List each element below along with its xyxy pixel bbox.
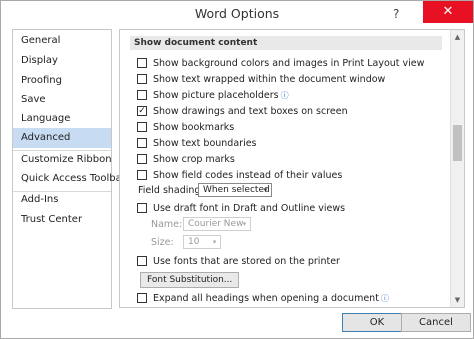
- option-label: Show text wrapped within the document wi…: [153, 73, 386, 85]
- checkbox[interactable]: [137, 90, 147, 100]
- close-button[interactable]: ✕: [423, 1, 473, 23]
- info-icon[interactable]: ⓘ: [281, 90, 289, 101]
- chevron-down-icon: ▾: [212, 238, 217, 246]
- checkmark-icon: ✓: [138, 106, 146, 116]
- sidebar-item-advanced[interactable]: Advanced: [13, 128, 111, 148]
- option-show-bookmarks[interactable]: Show bookmarks: [137, 120, 234, 134]
- checkbox[interactable]: [137, 170, 147, 180]
- option-use-printer-fonts[interactable]: Use fonts that are stored on the printer: [137, 254, 340, 268]
- sidebar-item-display[interactable]: Display: [13, 51, 111, 71]
- checkbox[interactable]: [137, 138, 147, 148]
- field-shading-dropdown[interactable]: When selected ▾: [198, 183, 272, 197]
- scroll-down-icon[interactable]: ▼: [451, 293, 464, 307]
- checkbox[interactable]: [137, 203, 147, 213]
- info-icon[interactable]: ⓘ: [381, 293, 389, 304]
- checkbox[interactable]: [137, 122, 147, 132]
- chevron-down-icon: ▾: [263, 186, 268, 194]
- dialog-title: Word Options: [194, 6, 280, 21]
- checkbox[interactable]: [137, 256, 147, 266]
- advanced-options-panel: Show document content Show background co…: [119, 29, 465, 308]
- option-label: Show background colors and images in Pri…: [153, 57, 425, 69]
- draft-font-size-dropdown[interactable]: 10 ▾: [183, 235, 221, 249]
- cancel-button[interactable]: Cancel: [401, 313, 471, 332]
- option-label: Expand all headings when opening a docum…: [153, 292, 379, 304]
- checkbox-checked[interactable]: ✓: [137, 106, 147, 116]
- font-substitution-button[interactable]: Font Substitution...: [140, 272, 240, 288]
- draft-font-size-value: 10: [188, 237, 200, 247]
- option-label: Show crop marks: [153, 153, 235, 165]
- option-label: Show bookmarks: [153, 121, 235, 133]
- section-header-show-document-content: Show document content: [130, 36, 442, 50]
- option-label: Show drawings and text boxes on screen: [153, 105, 348, 117]
- option-show-picture-placeholders[interactable]: Show picture placeholders ⓘ: [137, 88, 289, 102]
- word-options-dialog: Word Options ? ✕ General Display Proofin…: [0, 0, 474, 339]
- scrollbar-thumb[interactable]: [453, 125, 462, 161]
- option-show-field-codes[interactable]: Show field codes instead of their values: [137, 168, 342, 182]
- option-label: Show field codes instead of their values: [153, 169, 343, 181]
- sidebar-item-general[interactable]: General: [13, 31, 111, 51]
- help-button[interactable]: ?: [393, 7, 399, 21]
- sidebar-item-language[interactable]: Language: [13, 109, 111, 129]
- options-category-list: General Display Proofing Save Language A…: [12, 29, 126, 309]
- sidebar-item-save[interactable]: Save: [13, 90, 111, 110]
- close-icon: ✕: [442, 4, 454, 19]
- option-expand-all-headings[interactable]: Expand all headings when opening a docum…: [137, 291, 389, 305]
- field-shading-label: Field shading:: [138, 185, 204, 196]
- draft-font-name-value: Courier New: [188, 219, 244, 229]
- option-show-text-boundaries[interactable]: Show text boundaries: [137, 136, 257, 150]
- option-label: Use draft font in Draft and Outline view…: [153, 202, 346, 214]
- sidebar-item-proofing[interactable]: Proofing: [13, 71, 111, 91]
- checkbox[interactable]: [137, 293, 147, 303]
- checkbox[interactable]: [137, 154, 147, 164]
- option-show-text-wrapped[interactable]: Show text wrapped within the document wi…: [137, 72, 385, 86]
- checkbox[interactable]: [137, 58, 147, 68]
- sidebar-item-customize-ribbon[interactable]: Customize Ribbon: [13, 150, 112, 170]
- sidebar-item-trust-center[interactable]: Trust Center: [13, 210, 111, 230]
- sidebar-item-add-ins[interactable]: Add-Ins: [13, 190, 111, 210]
- vertical-scrollbar[interactable]: ▲ ▼: [450, 30, 464, 307]
- title-bar: Word Options ? ✕: [1, 1, 473, 28]
- draft-font-size-label: Size:: [151, 237, 174, 248]
- option-label: Use fonts that are stored on the printer: [153, 255, 340, 267]
- sidebar-item-quick-access-toolbar[interactable]: Quick Access Toolbar: [13, 169, 126, 189]
- option-show-crop-marks[interactable]: Show crop marks: [137, 152, 235, 166]
- chevron-down-icon: ▾: [242, 220, 247, 228]
- option-use-draft-font[interactable]: Use draft font in Draft and Outline view…: [137, 201, 345, 215]
- option-show-drawings-and-text-boxes[interactable]: ✓ Show drawings and text boxes on screen: [137, 104, 348, 118]
- draft-font-name-label: Name:: [151, 219, 183, 230]
- option-label: Show text boundaries: [153, 137, 257, 149]
- checkbox[interactable]: [137, 74, 147, 84]
- option-show-background-colors[interactable]: Show background colors and images in Pri…: [137, 56, 424, 70]
- draft-font-name-dropdown[interactable]: Courier New ▾: [183, 217, 251, 231]
- option-label: Show picture placeholders: [153, 89, 279, 101]
- scroll-up-icon[interactable]: ▲: [451, 30, 464, 44]
